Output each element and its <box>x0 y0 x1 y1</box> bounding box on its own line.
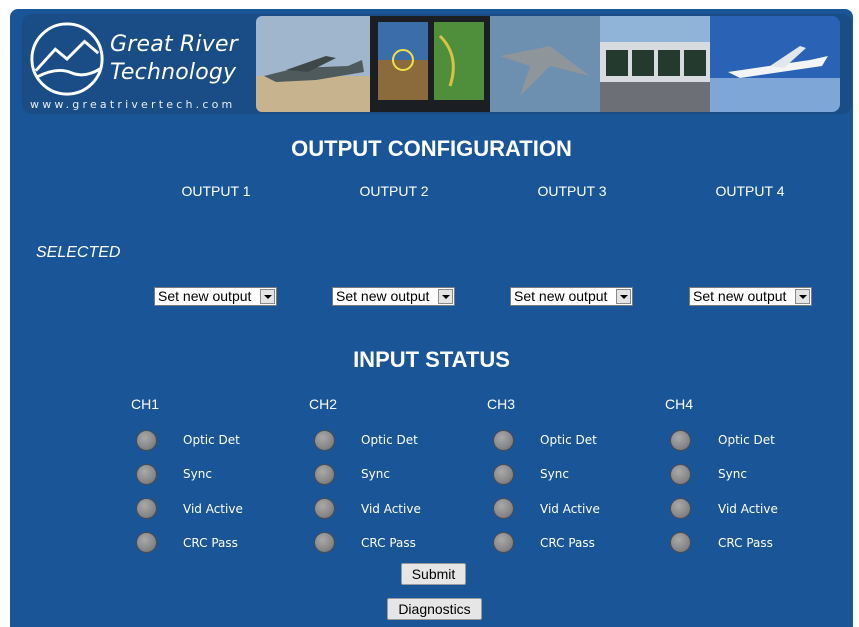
ch1-crc-pass-label: CRC Pass <box>183 536 238 550</box>
channel-1-label: CH1 <box>131 396 160 412</box>
cockpit-display-photo <box>370 16 490 112</box>
ch1-optic-det-label: Optic Det <box>183 433 240 447</box>
cargo-plane-photo <box>256 16 370 112</box>
ch4-vid-active-indicator-icon <box>671 499 690 518</box>
ch4-optic-det-label: Optic Det <box>718 433 775 447</box>
brand-name-line2: Technology <box>110 60 237 85</box>
ch1-optic-det-indicator-icon <box>137 431 156 450</box>
dropdown-arrow-icon[interactable] <box>616 289 631 304</box>
river-logo-icon <box>30 22 104 96</box>
channel-2-label: CH2 <box>309 396 338 412</box>
output-3-label: OUTPUT 3 <box>537 183 607 199</box>
ch2-optic-det-indicator-icon <box>315 431 334 450</box>
ch3-vid-active-indicator-icon <box>494 499 513 518</box>
ch3-crc-pass-label: CRC Pass <box>540 536 595 550</box>
output-1-label: OUTPUT 1 <box>181 183 251 199</box>
ch2-crc-pass-label: CRC Pass <box>361 536 416 550</box>
output-2-select[interactable]: Set new output <box>332 287 455 306</box>
output-3-select[interactable]: Set new output <box>510 287 633 306</box>
ch1-vid-active-indicator-icon <box>137 499 156 518</box>
ch4-optic-det-indicator-icon <box>671 431 690 450</box>
flight-deck-photo <box>600 16 710 112</box>
output-2-select-value: Set new output <box>336 288 430 304</box>
submit-button[interactable]: Submit <box>401 563 466 585</box>
main-panel: Great River Technology www.greatrivertec… <box>10 9 853 627</box>
ch3-crc-pass-indicator-icon <box>494 533 513 552</box>
header-banner: Great River Technology www.greatrivertec… <box>22 14 852 114</box>
ch1-crc-pass-indicator-icon <box>137 533 156 552</box>
ch1-sync-indicator-icon <box>137 465 156 484</box>
diagnostics-button[interactable]: Diagnostics <box>387 598 482 620</box>
ch2-vid-active-indicator-icon <box>315 499 334 518</box>
ch3-sync-label: Sync <box>540 467 569 481</box>
ch1-sync-label: Sync <box>183 467 212 481</box>
ch2-sync-label: Sync <box>361 467 390 481</box>
ch2-vid-active-label: Vid Active <box>361 502 421 516</box>
output-1-select[interactable]: Set new output <box>154 287 277 306</box>
output-configuration-title: OUTPUT CONFIGURATION <box>291 136 572 161</box>
ch3-sync-indicator-icon <box>494 465 513 484</box>
channel-3-label: CH3 <box>487 396 516 412</box>
output-3-select-value: Set new output <box>514 288 608 304</box>
dropdown-arrow-icon[interactable] <box>438 289 453 304</box>
ch2-crc-pass-indicator-icon <box>315 533 334 552</box>
ch4-crc-pass-indicator-icon <box>671 533 690 552</box>
fighter-jet-photo <box>490 16 600 112</box>
ch4-sync-label: Sync <box>718 467 747 481</box>
business-jet-photo <box>710 16 840 112</box>
ch2-sync-indicator-icon <box>315 465 334 484</box>
ch1-vid-active-label: Vid Active <box>183 502 243 516</box>
output-4-select[interactable]: Set new output <box>689 287 812 306</box>
channel-4-label: CH4 <box>665 396 694 412</box>
ch4-sync-indicator-icon <box>671 465 690 484</box>
dropdown-arrow-icon[interactable] <box>260 289 275 304</box>
dropdown-arrow-icon[interactable] <box>795 289 810 304</box>
brand-name-line1: Great River <box>110 32 238 57</box>
output-1-select-value: Set new output <box>158 288 252 304</box>
selected-label: SELECTED <box>36 244 121 261</box>
brand-url: www.greatrivertech.com <box>30 98 236 111</box>
ch3-vid-active-label: Vid Active <box>540 502 600 516</box>
ch3-optic-det-indicator-icon <box>494 431 513 450</box>
ch3-optic-det-label: Optic Det <box>540 433 597 447</box>
output-2-label: OUTPUT 2 <box>359 183 429 199</box>
ch2-optic-det-label: Optic Det <box>361 433 418 447</box>
input-status-title: INPUT STATUS <box>353 347 510 372</box>
ch4-vid-active-label: Vid Active <box>718 502 778 516</box>
output-4-select-value: Set new output <box>693 288 787 304</box>
ch4-crc-pass-label: CRC Pass <box>718 536 773 550</box>
output-4-label: OUTPUT 4 <box>715 183 785 199</box>
